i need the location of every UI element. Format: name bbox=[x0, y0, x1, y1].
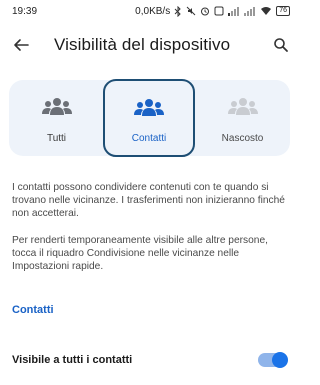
net-speed: 0,0KB/s bbox=[135, 5, 171, 17]
option-contacts-label: Contatti bbox=[131, 133, 167, 144]
option-hidden[interactable]: Nascosto bbox=[195, 80, 290, 156]
status-bar: 19:39 0,0KB/s 76 bbox=[0, 0, 300, 22]
visible-to-all-contacts-switch[interactable] bbox=[258, 352, 288, 368]
status-icons: 0,0KB/s 76 bbox=[135, 5, 290, 17]
people-group-icon bbox=[133, 96, 165, 120]
back-button[interactable] bbox=[10, 34, 32, 56]
alarm-icon bbox=[200, 6, 210, 16]
switch-knob bbox=[272, 352, 288, 368]
status-time: 19:39 bbox=[12, 5, 38, 17]
option-contacts[interactable]: Contatti bbox=[103, 79, 195, 157]
description-contacts: I contatti possono condividere contenuti… bbox=[12, 182, 285, 219]
search-button[interactable] bbox=[270, 34, 292, 56]
wifi-icon bbox=[260, 6, 272, 16]
visible-to-all-contacts-row[interactable]: Visibile a tutti i contatti bbox=[0, 345, 300, 375]
people-group-disabled-icon bbox=[227, 95, 259, 119]
battery-indicator: 76 bbox=[276, 6, 290, 16]
bluetooth-icon bbox=[174, 5, 182, 17]
signal-icon-2 bbox=[244, 6, 256, 16]
arrow-back-icon bbox=[14, 39, 29, 51]
option-everyone[interactable]: Tutti bbox=[9, 80, 104, 156]
signal-icon bbox=[228, 6, 240, 16]
description-temporary: Per renderti temporaneamente visibile al… bbox=[12, 235, 268, 272]
app-bar: Visibilità del dispositivo bbox=[0, 22, 300, 68]
section-header-contacts: Contatti bbox=[12, 304, 54, 316]
nfc-icon bbox=[214, 6, 224, 16]
page-title: Visibilità del dispositivo bbox=[54, 35, 231, 54]
people-group-icon bbox=[41, 95, 73, 119]
search-icon bbox=[274, 38, 288, 52]
option-everyone-label: Tutti bbox=[46, 133, 67, 144]
mute-icon bbox=[186, 6, 196, 16]
visible-to-all-contacts-label: Visibile a tutti i contatti bbox=[12, 354, 133, 366]
option-hidden-label: Nascosto bbox=[221, 133, 264, 144]
